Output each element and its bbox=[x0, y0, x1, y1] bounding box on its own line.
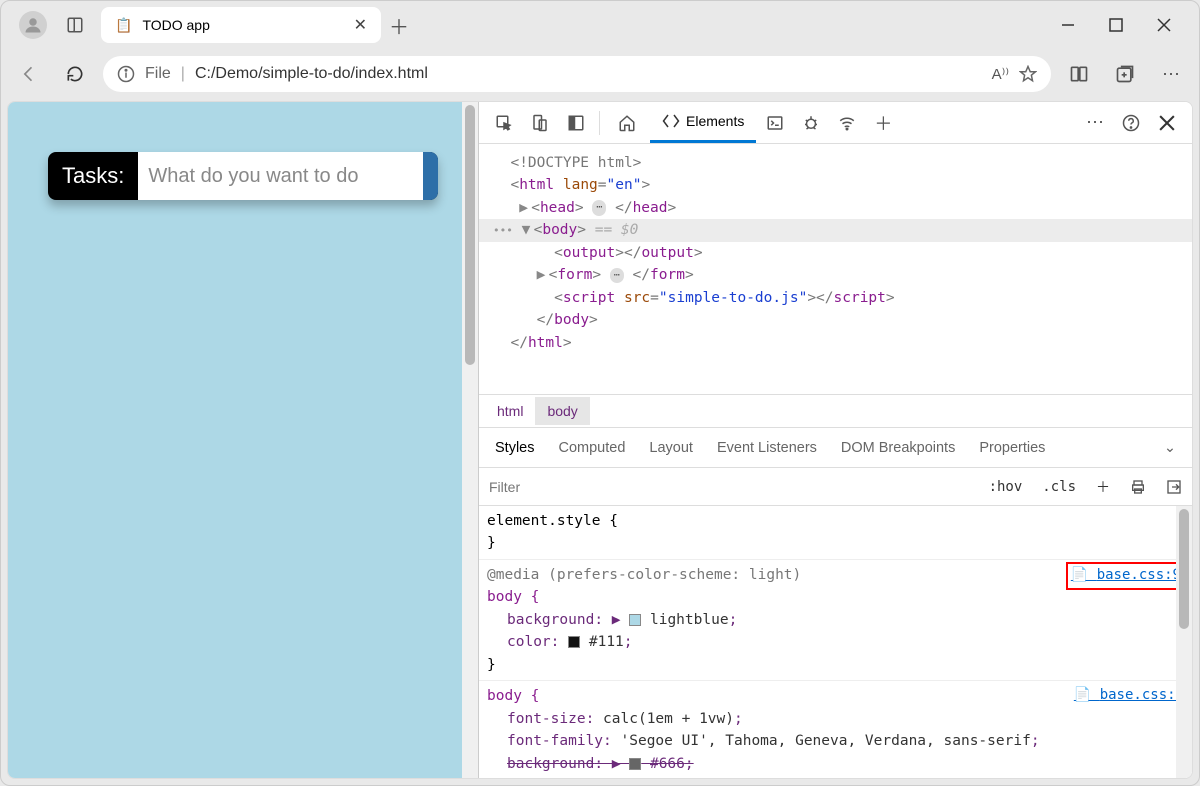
crumb-body[interactable]: body bbox=[535, 397, 589, 425]
collections-icon[interactable] bbox=[1107, 56, 1143, 92]
tasks-label: Tasks: bbox=[48, 163, 138, 189]
tab-properties[interactable]: Properties bbox=[979, 440, 1045, 456]
tab-event-listeners[interactable]: Event Listeners bbox=[717, 440, 817, 456]
page-scrollbar[interactable] bbox=[462, 102, 478, 778]
styles-filter-input[interactable] bbox=[479, 479, 979, 495]
tab-dom-breakpoints[interactable]: DOM Breakpoints bbox=[841, 440, 955, 456]
breadcrumb[interactable]: html body bbox=[479, 394, 1192, 428]
chevron-down-icon[interactable]: ⌄ bbox=[1164, 440, 1176, 456]
style-rules[interactable]: element.style { } 📄 base.css:9 @media (p… bbox=[479, 506, 1192, 778]
welcome-tab[interactable] bbox=[606, 102, 648, 143]
close-tab-icon[interactable]: ✕ bbox=[354, 15, 367, 35]
menu-icon[interactable]: ⋯ bbox=[1153, 56, 1189, 92]
maximize-icon[interactable] bbox=[1109, 18, 1123, 32]
dock-icon[interactable] bbox=[559, 114, 593, 132]
elements-tab[interactable]: Elements bbox=[650, 102, 756, 143]
help-icon[interactable] bbox=[1114, 114, 1148, 132]
network-icon[interactable] bbox=[830, 114, 864, 132]
browser-titlebar: 📋 TODO app ✕ ＋ bbox=[1, 1, 1199, 49]
styles-tabbar: Styles Computed Layout Event Listeners D… bbox=[479, 428, 1192, 468]
rules-scrollbar[interactable] bbox=[1176, 506, 1192, 778]
cls-toggle[interactable]: .cls bbox=[1032, 479, 1086, 495]
info-icon[interactable] bbox=[117, 65, 135, 83]
rule-body-media[interactable]: 📄 base.css:9 @media (prefers-color-schem… bbox=[479, 560, 1192, 681]
hov-toggle[interactable]: :hov bbox=[979, 479, 1033, 495]
dom-tree[interactable]: <!DOCTYPE html> <html lang="en"> ▶<head>… bbox=[479, 144, 1192, 394]
crumb-html[interactable]: html bbox=[485, 397, 535, 425]
content-area: Tasks: send Elements bbox=[7, 101, 1193, 779]
devtools-panel: Elements ＋ ⋯ <!DOCTYPE html> <html lang bbox=[478, 102, 1192, 778]
source-link-1[interactable]: 📄 base.css:9 bbox=[1068, 564, 1184, 588]
address-prefix: File bbox=[145, 65, 171, 83]
rule-body-2[interactable]: 📄 base.css:1 body { font-size: calc(1em … bbox=[479, 681, 1192, 778]
minimize-icon[interactable] bbox=[1061, 18, 1075, 32]
refresh-button[interactable] bbox=[57, 56, 93, 92]
task-input[interactable] bbox=[138, 152, 423, 200]
elements-tab-label: Elements bbox=[686, 113, 744, 129]
address-divider: | bbox=[181, 65, 185, 83]
back-button[interactable] bbox=[11, 56, 47, 92]
address-bar[interactable]: File | C:/Demo/simple-to-do/index.html A… bbox=[103, 56, 1051, 92]
source-link-2[interactable]: 📄 base.css:1 bbox=[1074, 685, 1184, 707]
new-rule-icon[interactable]: ＋ bbox=[1086, 477, 1120, 497]
inspect-icon[interactable] bbox=[487, 114, 521, 132]
devtools-more-icon[interactable]: ⋯ bbox=[1078, 112, 1112, 133]
print-icon[interactable] bbox=[1120, 479, 1156, 495]
sources-bug-icon[interactable] bbox=[794, 114, 828, 132]
devtools-tabbar: Elements ＋ ⋯ bbox=[479, 102, 1192, 144]
tab-computed[interactable]: Computed bbox=[559, 440, 626, 456]
favorite-icon[interactable] bbox=[1019, 65, 1037, 83]
console-icon[interactable] bbox=[758, 114, 792, 132]
rule-element-style[interactable]: element.style { } bbox=[479, 506, 1192, 560]
new-tab-button[interactable]: ＋ bbox=[381, 7, 417, 43]
tab-styles[interactable]: Styles bbox=[495, 440, 535, 456]
todo-widget: Tasks: send bbox=[48, 152, 438, 200]
clipboard-icon: 📋 bbox=[115, 17, 132, 34]
window-controls bbox=[1061, 18, 1191, 32]
close-devtools-icon[interactable] bbox=[1150, 115, 1184, 131]
browser-toolbar: File | C:/Demo/simple-to-do/index.html A… bbox=[1, 49, 1199, 99]
profile-avatar[interactable] bbox=[19, 11, 47, 39]
tab-layout[interactable]: Layout bbox=[649, 440, 693, 456]
workspaces-icon[interactable] bbox=[57, 7, 93, 43]
selected-body-node[interactable]: ••• ▼<body> == $0 bbox=[479, 219, 1192, 241]
split-screen-icon[interactable] bbox=[1061, 56, 1097, 92]
browser-tab[interactable]: 📋 TODO app ✕ bbox=[101, 7, 381, 43]
computed-toggle-icon[interactable] bbox=[1156, 479, 1192, 495]
device-icon[interactable] bbox=[523, 114, 557, 132]
rendered-page: Tasks: send bbox=[8, 102, 478, 778]
send-button[interactable]: send bbox=[423, 152, 438, 200]
address-path: C:/Demo/simple-to-do/index.html bbox=[195, 65, 428, 83]
close-window-icon[interactable] bbox=[1157, 18, 1171, 32]
styles-filter-bar: :hov .cls ＋ bbox=[479, 468, 1192, 506]
tab-title: TODO app bbox=[142, 17, 209, 33]
more-tabs-icon[interactable]: ＋ bbox=[866, 110, 900, 136]
read-aloud-icon[interactable]: A⁾⁾ bbox=[992, 65, 1009, 83]
doctype: <!DOCTYPE html> bbox=[510, 155, 641, 171]
